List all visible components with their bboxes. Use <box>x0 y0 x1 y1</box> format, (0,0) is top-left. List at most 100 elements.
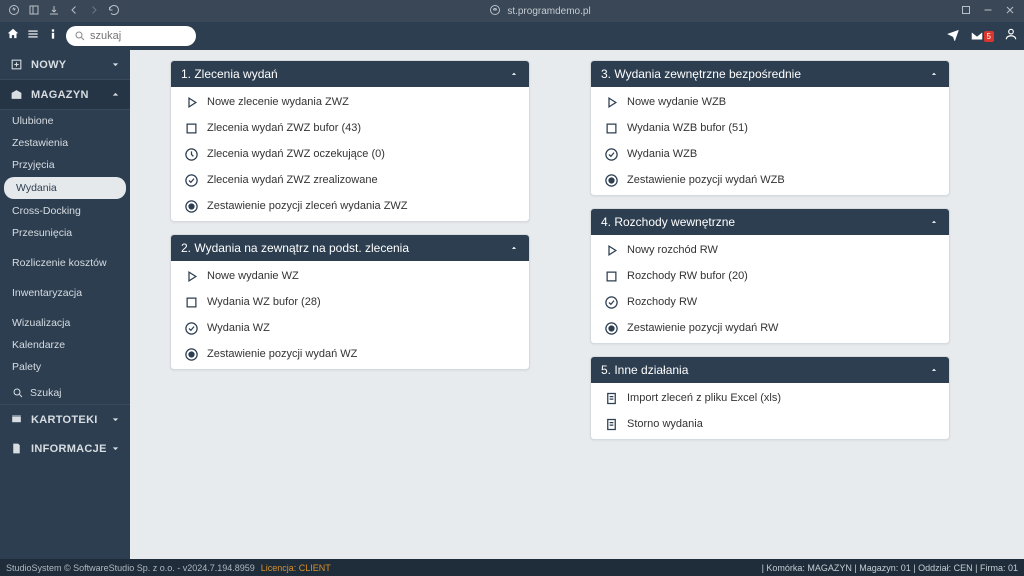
square-icon <box>603 268 619 284</box>
card-item[interactable]: Wydania WZB <box>591 141 949 167</box>
radio-icon <box>183 346 199 362</box>
sidebar-section-kartoteki[interactable]: KARTOTEKI <box>0 404 130 434</box>
window-restore-icon[interactable] <box>960 4 972 19</box>
sidebar-item-kalendarze[interactable]: Kalendarze <box>0 334 130 356</box>
clock-icon <box>183 146 199 162</box>
list-icon[interactable] <box>26 27 40 46</box>
card-item[interactable]: Wydania WZ <box>171 315 529 341</box>
search-input[interactable] <box>90 30 188 42</box>
forward-icon[interactable] <box>88 4 100 19</box>
card-item[interactable]: Nowy rozchód RW <box>591 237 949 263</box>
play-icon <box>603 94 619 110</box>
reload-icon[interactable] <box>108 4 120 19</box>
card-title: 3. Wydania zewnętrzne bezpośrednie <box>601 67 801 81</box>
play-icon <box>183 268 199 284</box>
sidebar-item-ulubione[interactable]: Ulubione <box>0 110 130 132</box>
sidebar-section-informacje[interactable]: INFORMACJE <box>0 434 130 463</box>
card: 2. Wydania na zewnątrz na podst. zleceni… <box>170 234 530 370</box>
panel-icon[interactable] <box>28 4 40 19</box>
card-item-label: Zlecenia wydań ZWZ bufor (43) <box>207 122 361 134</box>
window-titlebar: st.programdemo.pl <box>0 0 1024 22</box>
radio-icon <box>183 198 199 214</box>
sidebar-item-inwentaryzacja[interactable]: Inwentaryzacja <box>0 282 130 304</box>
card-item[interactable]: Nowe wydanie WZ <box>171 263 529 289</box>
mail-icon[interactable]: 5 <box>970 29 994 43</box>
check-icon <box>183 172 199 188</box>
plane-icon[interactable] <box>946 27 960 46</box>
card: 4. Rozchody wewnętrzne Nowy rozchód RW Roz… <box>590 208 950 344</box>
window-close-icon[interactable] <box>1004 4 1016 19</box>
card-item[interactable]: Zestawienie pozycji wydań RW <box>591 315 949 341</box>
card-header[interactable]: 1. Zlecenia wydań <box>171 61 529 87</box>
back-icon[interactable] <box>68 4 80 19</box>
card-item-label: Nowe zlecenie wydania ZWZ <box>207 96 349 108</box>
card-item[interactable]: Zlecenia wydań ZWZ bufor (43) <box>171 115 529 141</box>
card-item-label: Storno wydania <box>627 418 703 430</box>
sidebar-item-palety[interactable]: Palety <box>0 356 130 378</box>
card-title: 5. Inne działania <box>601 363 688 377</box>
card-header[interactable]: 5. Inne działania <box>591 357 949 383</box>
sidebar-item-wydania[interactable]: Wydania <box>4 177 126 199</box>
card-item[interactable]: Rozchody RW bufor (20) <box>591 263 949 289</box>
window-minimize-icon[interactable] <box>982 4 994 19</box>
card-item-label: Rozchody RW <box>627 296 697 308</box>
card-header[interactable]: 2. Wydania na zewnątrz na podst. zleceni… <box>171 235 529 261</box>
card-item[interactable]: Nowe wydanie WZB <box>591 89 949 115</box>
card-item[interactable]: Wydania WZB bufor (51) <box>591 115 949 141</box>
sidebar-item-zestawienia[interactable]: Zestawienia <box>0 132 130 154</box>
card-header[interactable]: 4. Rozchody wewnętrzne <box>591 209 949 235</box>
card-item[interactable]: Zestawienie pozycji zleceń wydania ZWZ <box>171 193 529 219</box>
card-item[interactable]: Storno wydania <box>591 411 949 437</box>
sidebar-item-przesunięcia[interactable]: Przesunięcia <box>0 222 130 244</box>
card-item-label: Zestawienie pozycji wydań WZB <box>627 174 785 186</box>
card-item-label: Wydania WZB bufor (51) <box>627 122 748 134</box>
card-item-label: Zestawienie pozycji wydań RW <box>627 322 778 334</box>
search-icon <box>74 30 86 42</box>
card-title: 2. Wydania na zewnątrz na podst. zleceni… <box>181 241 409 255</box>
card-item-label: Wydania WZB <box>627 148 697 160</box>
chevron-down-icon <box>109 442 122 455</box>
chevron-down-icon <box>109 58 122 71</box>
sidebar-item-szukaj[interactable]: Szukaj <box>0 382 130 404</box>
collapse-icon <box>509 243 519 253</box>
address-url[interactable]: st.programdemo.pl <box>507 6 590 17</box>
document-icon <box>10 442 23 455</box>
sidebar-section-label: MAGAZYN <box>31 89 89 101</box>
card-item-label: Nowe wydanie WZB <box>627 96 726 108</box>
check-icon <box>603 146 619 162</box>
check-icon <box>183 320 199 336</box>
cards-icon <box>10 413 23 426</box>
card-item-label: Zestawienie pozycji wydań WZ <box>207 348 357 360</box>
download-icon[interactable] <box>48 4 60 19</box>
card-item-label: Nowe wydanie WZ <box>207 270 299 282</box>
card-header[interactable]: 3. Wydania zewnętrzne bezpośrednie <box>591 61 949 87</box>
sidebar-section-nowy[interactable]: NOWY <box>0 50 130 79</box>
status-license: Licencja: CLIENT <box>261 563 331 573</box>
user-icon[interactable] <box>1004 27 1018 46</box>
card-item[interactable]: Rozchody RW <box>591 289 949 315</box>
info-icon[interactable] <box>46 27 60 46</box>
card-item[interactable]: Wydania WZ bufor (28) <box>171 289 529 315</box>
card-item[interactable]: Zlecenia wydań ZWZ zrealizowane <box>171 167 529 193</box>
sidebar-item-przyjęcia[interactable]: Przyjęcia <box>0 154 130 176</box>
sidebar-item-rozliczenie-kosztów[interactable]: Rozliczenie kosztów <box>0 252 130 274</box>
sidebar-item-cross-docking[interactable]: Cross-Docking <box>0 200 130 222</box>
collapse-icon <box>509 69 519 79</box>
card-item[interactable]: Zlecenia wydań ZWZ oczekujące (0) <box>171 141 529 167</box>
card-item[interactable]: Zestawienie pozycji wydań WZB <box>591 167 949 193</box>
card-item[interactable]: Import zleceń z pliku Excel (xls) <box>591 385 949 411</box>
doc-icon <box>603 416 619 432</box>
search-box[interactable] <box>66 26 196 46</box>
sidebar-item-wizualizacja[interactable]: Wizualizacja <box>0 312 130 334</box>
sidebar-section-magazyn[interactable]: MAGAZYN <box>0 79 130 110</box>
card-item[interactable]: Zestawienie pozycji wydań WZ <box>171 341 529 367</box>
card-item[interactable]: Nowe zlecenie wydania ZWZ <box>171 89 529 115</box>
lock-icon <box>489 4 501 19</box>
app-menu-icon[interactable] <box>8 4 20 19</box>
card-item-label: Nowy rozchód RW <box>627 244 718 256</box>
collapse-icon <box>929 365 939 375</box>
card-item-label: Rozchody RW bufor (20) <box>627 270 748 282</box>
home-icon[interactable] <box>6 27 20 46</box>
radio-icon <box>603 172 619 188</box>
card-item-label: Import zleceń z pliku Excel (xls) <box>627 392 781 404</box>
